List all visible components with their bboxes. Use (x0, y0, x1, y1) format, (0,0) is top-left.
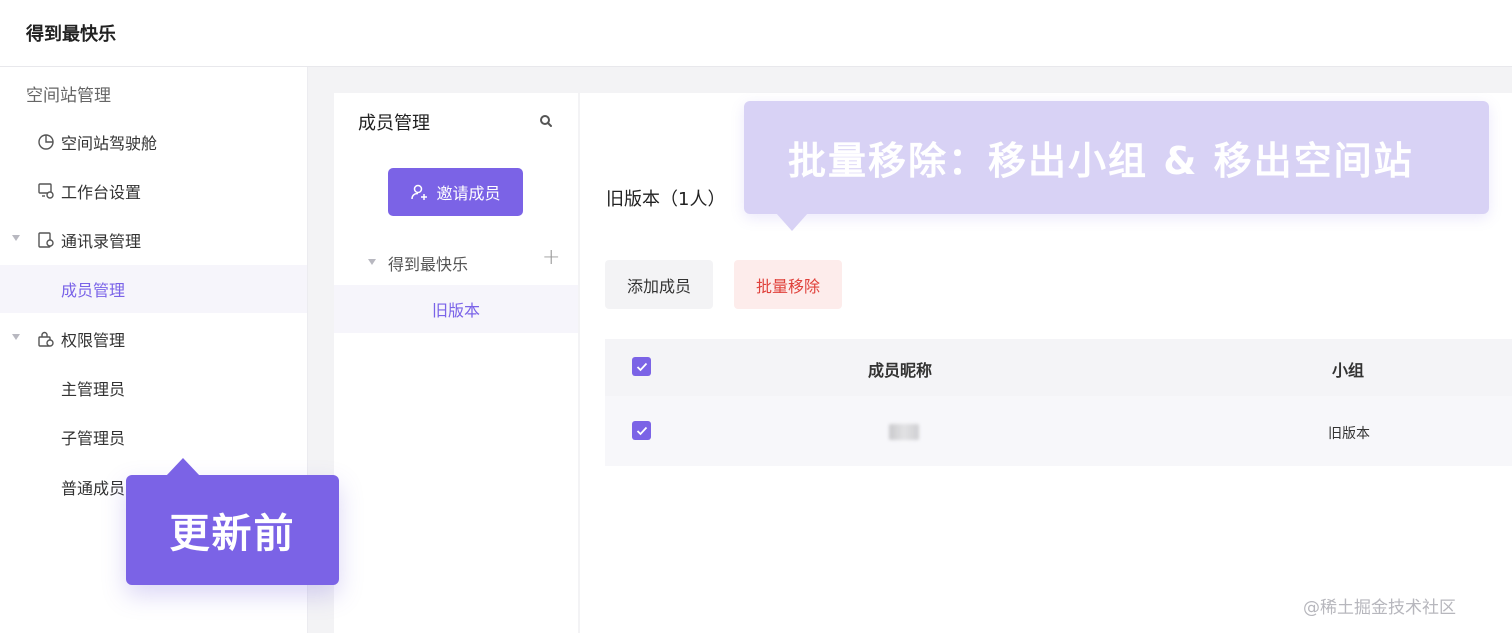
top-bar: 得到最快乐 (0, 0, 1512, 67)
table-header: 成员昵称 小组 (605, 339, 1512, 396)
cell-group: 旧版本 (1328, 426, 1370, 442)
member-panel: 成员管理 邀请成员 得到最快乐 + 旧版本 (334, 93, 578, 633)
check-icon (636, 362, 647, 371)
contacts-icon (38, 232, 54, 248)
sidebar-item-cockpit[interactable]: 空间站驾驶舱 (0, 118, 307, 166)
member-table: 成员昵称 小组 旧版本 (605, 339, 1512, 466)
add-member-button[interactable]: 添加成员 (605, 260, 713, 309)
workbench-settings-icon (38, 183, 54, 199)
watermark: @稀土掘金技术社区 (1303, 598, 1456, 618)
sidebar-item-label: 权限管理 (61, 331, 126, 350)
check-icon (636, 426, 647, 435)
sidebar-item-label: 工作台设置 (61, 183, 142, 202)
callout-before-update-text: 更新前 (169, 511, 296, 557)
add-group-icon[interactable]: + (542, 245, 560, 270)
caret-down-icon[interactable] (12, 334, 20, 340)
sidebar-item-sub-admin[interactable]: 子管理员 (0, 413, 307, 461)
callout-tail (166, 458, 200, 476)
sidebar-item-member-management[interactable]: 成员管理 (0, 265, 307, 313)
sidebar-item-contacts[interactable]: 通讯录管理 (0, 216, 307, 264)
blurred-nickname (889, 424, 919, 440)
sidebar-item-label: 主管理员 (61, 380, 126, 399)
tree-root-label: 得到最快乐 (388, 255, 469, 274)
callout-bulk-remove-text: 批量移除：移出小组 & 移出空间站 (788, 139, 1414, 183)
sidebar-item-label: 子管理员 (61, 429, 126, 448)
callout-bulk-remove: 批量移除：移出小组 & 移出空间站 (744, 101, 1489, 231)
sidebar-item-label: 成员管理 (61, 281, 126, 300)
column-header-group: 小组 (1332, 361, 1365, 380)
group-heading: 旧版本（1人） (606, 189, 726, 210)
permission-lock-icon (38, 331, 54, 347)
app-title: 得到最快乐 (26, 24, 116, 45)
invite-member-label: 邀请成员 (436, 184, 501, 203)
row-checkbox[interactable] (632, 421, 651, 440)
bulk-remove-button[interactable]: 批量移除 (734, 260, 842, 309)
sidebar-item-workbench[interactable]: 工作台设置 (0, 167, 307, 215)
tree-root-node[interactable]: 得到最快乐 + (334, 241, 578, 281)
table-row[interactable]: 旧版本 (605, 396, 1512, 466)
search-icon[interactable] (539, 114, 553, 128)
tree-child-node[interactable]: 旧版本 (334, 285, 578, 333)
sidebar-item-permissions[interactable]: 权限管理 (0, 315, 307, 363)
sidebar-item-label: 空间站驾驶舱 (61, 134, 158, 153)
caret-down-icon[interactable] (368, 259, 376, 265)
sidebar-item-label: 通讯录管理 (61, 232, 142, 251)
sidebar-item-primary-admin[interactable]: 主管理员 (0, 364, 307, 412)
sidebar-section-title: 空间站管理 (26, 86, 111, 106)
invite-member-button[interactable]: 邀请成员 (388, 168, 523, 216)
column-header-nickname: 成员昵称 (868, 361, 933, 380)
add-user-icon (411, 184, 428, 200)
callout-before-update: 更新前 (126, 458, 339, 585)
panel-title: 成员管理 (358, 113, 430, 134)
caret-down-icon[interactable] (12, 235, 20, 241)
sidebar-item-label: 普通成员 (61, 479, 126, 498)
select-all-checkbox[interactable] (632, 357, 651, 376)
callout-tail (776, 213, 808, 231)
pie-chart-icon (38, 134, 54, 150)
